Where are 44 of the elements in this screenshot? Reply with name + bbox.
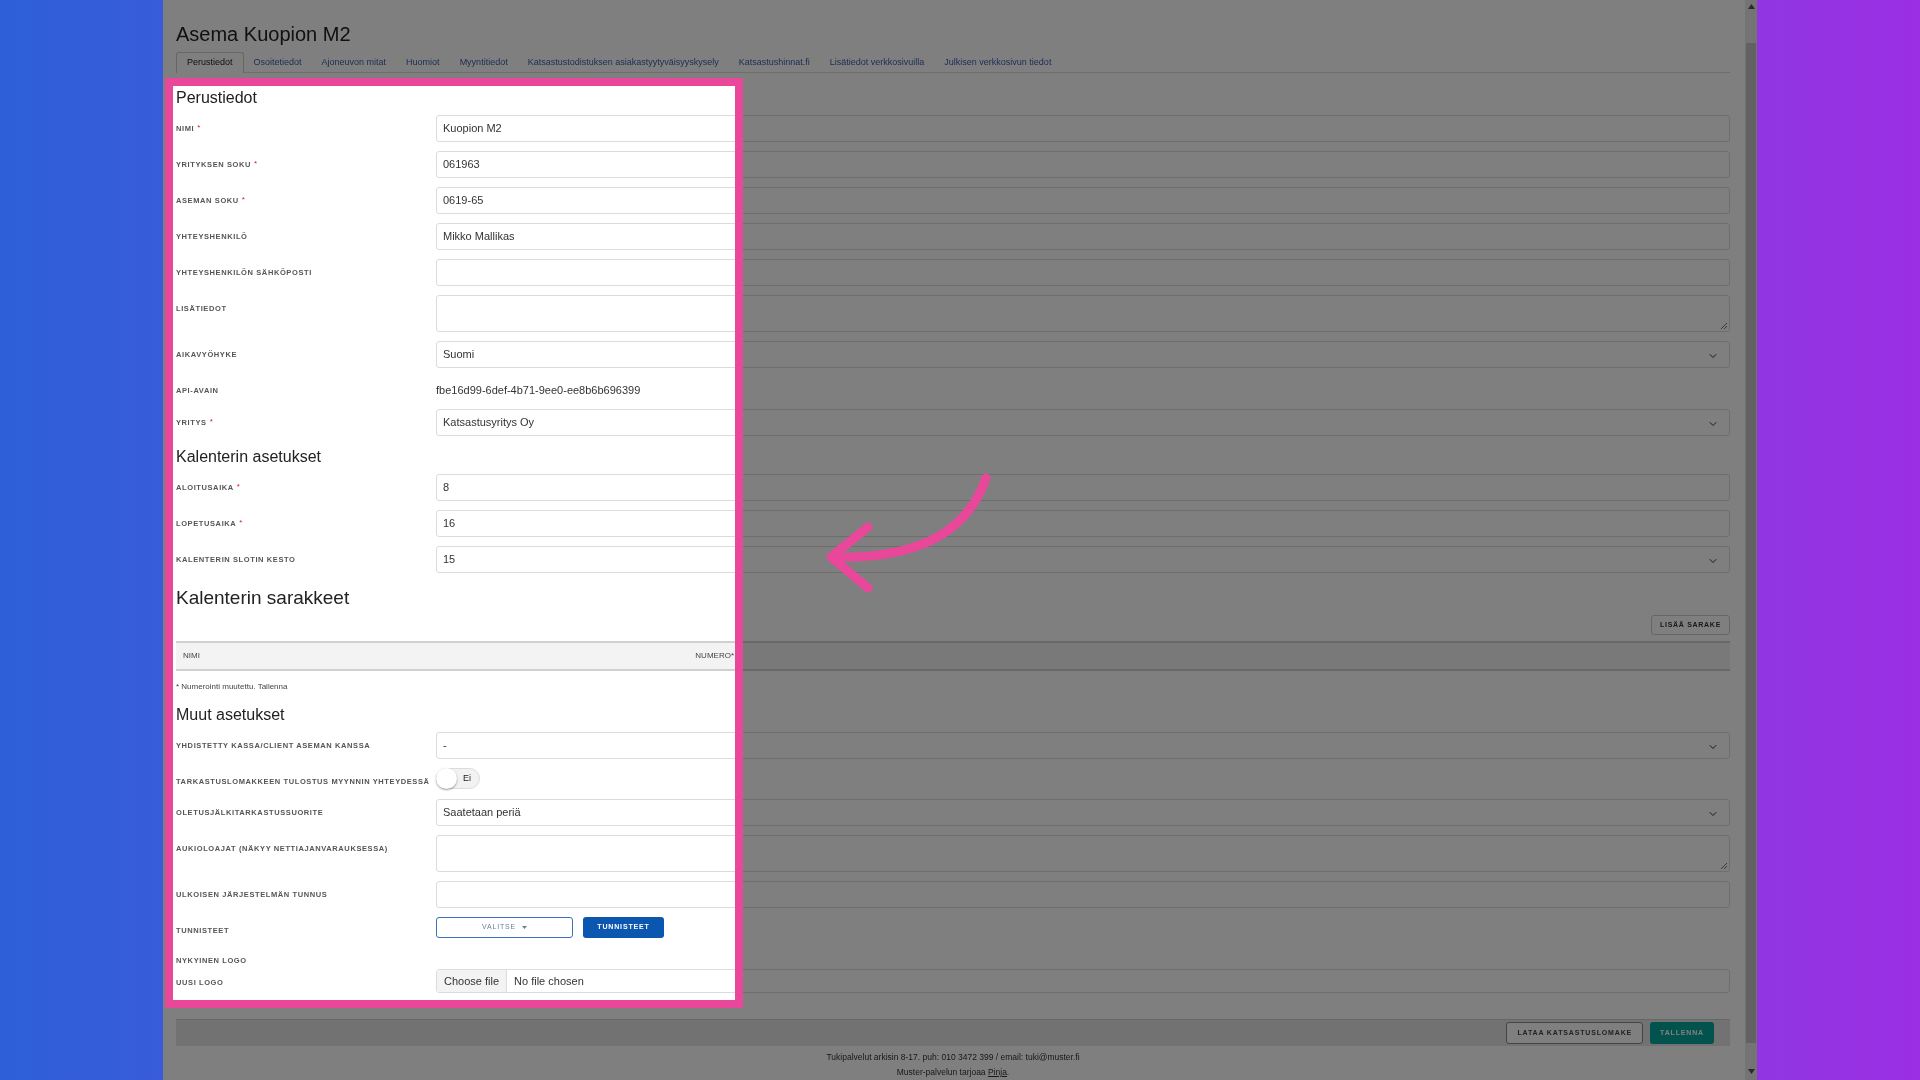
required-mark: * <box>209 417 213 428</box>
section-heading: Muut asetukset <box>176 705 286 725</box>
required-mark: * <box>197 123 201 134</box>
column-header: NUMERO* <box>695 650 734 662</box>
select-field[interactable]: 15 <box>436 546 1730 573</box>
text-area[interactable] <box>436 295 1730 332</box>
required-mark: * <box>239 518 243 529</box>
text-area[interactable] <box>436 835 1730 872</box>
select-field[interactable]: Suomi <box>436 341 1730 368</box>
scrollbar[interactable] <box>1745 0 1757 1080</box>
renumber-note: * Numerointi muutettu. Tallenna <box>176 681 289 693</box>
section-heading: Kalenterin asetukset <box>176 447 322 467</box>
scrollbar-thumb[interactable] <box>1746 43 1756 1043</box>
resize-handle-icon <box>1720 862 1727 869</box>
provider-text: Muster-palvelun tarjoaa <box>896 1066 987 1079</box>
resize-handle-icon <box>1720 322 1727 329</box>
support-info-text: Tukipalvelut arkisin 8-17. puh: 010 3472 399 / email: tuki@muster.fi <box>826 1051 1080 1064</box>
text-field[interactable]: 0619-65 <box>436 187 1730 214</box>
required-mark: * <box>241 195 245 206</box>
section-heading: Perustiedot <box>176 88 258 108</box>
scroll-down-icon[interactable] <box>1747 1069 1755 1074</box>
text-field[interactable]: 16 <box>436 510 1730 537</box>
provider-link[interactable]: Pinja <box>987 1065 1007 1080</box>
choose-file-button[interactable]: Choose file <box>437 970 508 992</box>
select-field[interactable]: Saatetaan periä <box>436 799 1730 826</box>
required-mark: * <box>254 159 258 170</box>
section-heading: Kalenterin sarakkeet <box>176 586 351 610</box>
select-field[interactable]: - <box>436 732 1730 759</box>
text-field[interactable]: Mikko Mallikas <box>436 223 1730 250</box>
text-field[interactable]: 8 <box>436 474 1730 501</box>
tab[interactable]: Perustiedot <box>176 52 244 73</box>
scroll-up-icon[interactable] <box>1747 4 1755 9</box>
api-key-text: fbe16d99-6def-4b71-9ee0-ee8b6b696399 <box>436 384 641 396</box>
caret-icon <box>522 926 528 929</box>
select-field[interactable]: Katsastusyritys Oy <box>436 409 1730 436</box>
text-field[interactable] <box>436 259 1730 286</box>
text-field[interactable]: Kuopion M2 <box>436 115 1730 142</box>
text-field[interactable]: 061963 <box>436 151 1730 178</box>
column-header: NIMI <box>183 650 200 662</box>
text-field[interactable] <box>436 881 1730 908</box>
required-mark: * <box>236 482 240 493</box>
file-status-text: No file chosen <box>513 973 585 989</box>
toggle-switch[interactable]: Ei <box>436 768 480 789</box>
page-title: Asema Kuopion M2 <box>176 22 352 46</box>
